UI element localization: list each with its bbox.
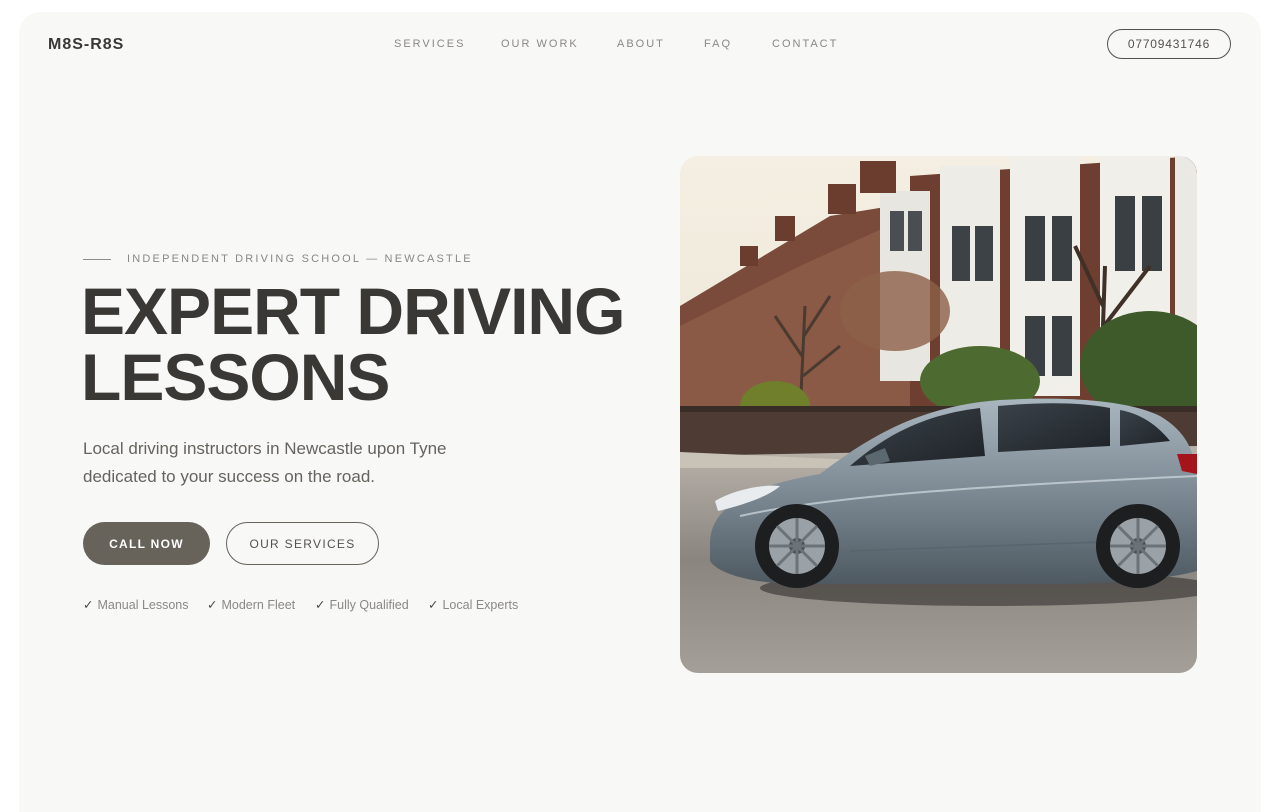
nav-link-faq[interactable]: FAQ <box>704 38 732 50</box>
hero-eyebrow: INDEPENDENT DRIVING SCHOOL — NEWCASTLE <box>83 253 473 265</box>
feature-item: ✓ Manual Lessons <box>83 598 189 612</box>
hero-description: Local driving instructors in Newcastle u… <box>83 439 447 486</box>
hero-headline: EXPERT DRIVING LESSONS <box>81 278 641 410</box>
site-logo[interactable]: M8S-R8S <box>48 36 124 54</box>
feature-item: ✓ Modern Fleet <box>207 598 296 612</box>
nav-link-services[interactable]: SERVICES <box>394 38 465 50</box>
check-icon: ✓ <box>207 598 218 612</box>
check-icon: ✓ <box>315 598 326 612</box>
feature-item: ✓ Fully Qualified <box>315 598 409 612</box>
phone-button[interactable]: 07709431746 <box>1107 29 1231 59</box>
headline-line-2: LESSONS <box>81 340 390 414</box>
nav-link-about[interactable]: ABOUT <box>617 38 665 50</box>
nav-link-contact[interactable]: CONTACT <box>772 38 838 50</box>
nav-link-our-work[interactable]: OUR WORK <box>501 38 579 50</box>
check-icon: ✓ <box>428 598 439 612</box>
check-icon: ✓ <box>83 598 94 612</box>
feature-item: ✓ Local Experts <box>428 598 519 612</box>
our-services-button[interactable]: OUR SERVICES <box>226 522 379 565</box>
eyebrow-divider <box>83 258 111 260</box>
hero-car-image <box>680 156 1197 673</box>
headline-line-1: EXPERT DRIVING <box>81 274 625 348</box>
eyebrow-text: INDEPENDENT DRIVING SCHOOL — NEWCASTLE <box>127 253 473 265</box>
call-now-button[interactable]: CALL NOW <box>83 522 210 565</box>
